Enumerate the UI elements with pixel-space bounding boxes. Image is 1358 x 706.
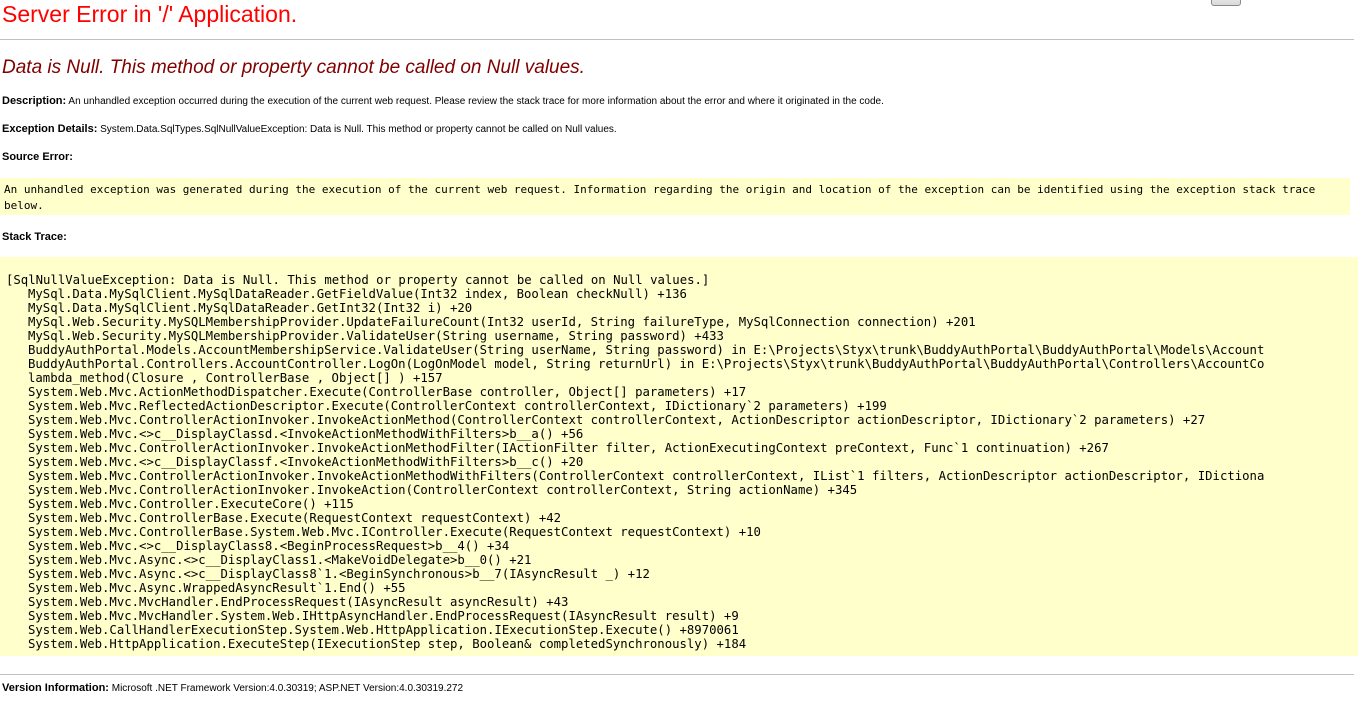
stack-trace-line: BuddyAuthPortal.Models.AccountMembership… bbox=[28, 343, 1265, 357]
stack-trace-line: System.Web.Mvc.MvcHandler.System.Web.IHt… bbox=[28, 609, 739, 623]
stack-trace-line: MySql.Web.Security.MySQLMembershipProvid… bbox=[28, 329, 724, 343]
source-error-text: An unhandled exception was generated dur… bbox=[4, 183, 1316, 212]
version-information-text: Microsoft .NET Framework Version:4.0.303… bbox=[111, 683, 464, 694]
source-error-box: An unhandled exception was generated dur… bbox=[0, 178, 1350, 215]
stack-trace-line: System.Web.Mvc.MvcHandler.EndProcessRequ… bbox=[28, 595, 569, 609]
stack-trace-line: System.Web.Mvc.Async.WrappedAsyncResult`… bbox=[28, 581, 406, 595]
stack-trace-box: [SqlNullValueException: Data is Null. Th… bbox=[0, 257, 1358, 656]
stack-trace-line: MySql.Web.Security.MySQLMembershipProvid… bbox=[28, 315, 976, 329]
source-error-label: Source Error: bbox=[2, 151, 73, 163]
stack-trace-line: lambda_method(Closure , ControllerBase ,… bbox=[28, 371, 443, 385]
stack-trace-label: Stack Trace: bbox=[2, 231, 67, 243]
stack-trace-line: System.Web.Mvc.ControllerActionInvoker.I… bbox=[28, 441, 1109, 455]
page-title: Server Error in '/' Application. bbox=[2, 1, 298, 27]
stack-trace-list: MySql.Data.MySqlClient.MySqlDataReader.G… bbox=[28, 287, 1264, 651]
title-divider bbox=[0, 39, 1354, 40]
version-information-line: Version Information: Microsoft .NET Fram… bbox=[2, 682, 463, 695]
stack-trace-line: System.Web.Mvc.Controller.ExecuteCore() … bbox=[28, 497, 354, 511]
exception-details-text: System.Data.SqlTypes.SqlNullValueExcepti… bbox=[100, 124, 617, 135]
description-text: An unhandled exception occurred during t… bbox=[68, 96, 884, 107]
stack-trace-line: System.Web.Mvc.ControllerActionInvoker.I… bbox=[28, 469, 1265, 483]
source-error-heading: Source Error: bbox=[2, 151, 73, 164]
footer-divider bbox=[0, 674, 1354, 675]
stack-trace-line: System.Web.Mvc.ReflectedActionDescriptor… bbox=[28, 399, 887, 413]
description-line: Description: An unhandled exception occu… bbox=[2, 95, 884, 108]
stack-trace-line: System.Web.CallHandlerExecutionStep.Syst… bbox=[28, 623, 739, 637]
stack-trace-line: System.Web.Mvc.<>c__DisplayClassd.<Invok… bbox=[28, 427, 584, 441]
stack-trace-line: System.Web.Mvc.Async.<>c__DisplayClass8`… bbox=[28, 567, 650, 581]
error-heading: Data is Null. This method or property ca… bbox=[2, 57, 585, 78]
stack-trace-line: System.Web.Mvc.ControllerActionInvoker.I… bbox=[28, 413, 1206, 427]
stack-trace-line: MySql.Data.MySqlClient.MySqlDataReader.G… bbox=[28, 287, 687, 301]
stack-trace-line: System.Web.Mvc.<>c__DisplayClass8.<Begin… bbox=[28, 539, 510, 553]
scroll-button[interactable] bbox=[1211, 0, 1241, 6]
stack-trace-header: [SqlNullValueException: Data is Null. Th… bbox=[6, 273, 710, 287]
stack-trace-line: System.Web.Mvc.ControllerBase.Execute(Re… bbox=[28, 511, 562, 525]
version-information-label: Version Information: bbox=[2, 682, 109, 694]
stack-trace-line: System.Web.Mvc.ControllerBase.System.Web… bbox=[28, 525, 761, 539]
stack-trace-line: System.Web.Mvc.Async.<>c__DisplayClass1.… bbox=[28, 553, 532, 567]
exception-details-label: Exception Details: bbox=[2, 123, 98, 135]
stack-trace-line: BuddyAuthPortal.Controllers.AccountContr… bbox=[28, 357, 1265, 371]
stack-trace-line: MySql.Data.MySqlClient.MySqlDataReader.G… bbox=[28, 301, 473, 315]
stack-trace-heading: Stack Trace: bbox=[2, 231, 67, 244]
description-label: Description: bbox=[2, 95, 67, 107]
stack-trace-line: System.Web.Mvc.ActionMethodDispatcher.Ex… bbox=[28, 385, 747, 399]
stack-trace-line: System.Web.Mvc.<>c__DisplayClassf.<Invok… bbox=[28, 455, 584, 469]
exception-details-line: Exception Details: System.Data.SqlTypes.… bbox=[2, 123, 617, 136]
stack-trace-line: System.Web.HttpApplication.ExecuteStep(I… bbox=[28, 637, 747, 651]
stack-trace-line: System.Web.Mvc.ControllerActionInvoker.I… bbox=[28, 483, 858, 497]
